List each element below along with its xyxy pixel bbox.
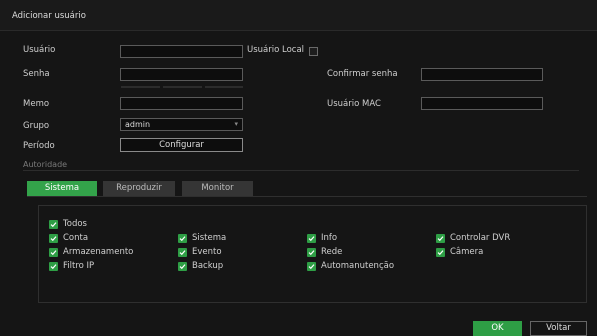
check-icon	[50, 222, 57, 228]
ok-button[interactable]: OK	[473, 321, 522, 336]
camera-checkbox[interactable]	[436, 248, 445, 257]
voltar-button[interactable]: Voltar	[530, 321, 587, 336]
senha-input[interactable]	[120, 68, 243, 81]
perm-filtro-ip-label: Filtro IP	[63, 261, 95, 271]
perm-sistema-label: Sistema	[192, 233, 227, 243]
senha-label: Senha	[23, 69, 50, 79]
tab-reproduzir[interactable]: Reproduzir	[103, 181, 175, 196]
tab-monitor[interactable]: Monitor	[182, 181, 253, 196]
usuario-local-label: Usuário Local	[247, 45, 305, 55]
filtro-ip-checkbox[interactable]	[49, 262, 58, 271]
info-checkbox[interactable]	[307, 234, 316, 243]
usuario-mac-input[interactable]	[421, 97, 543, 110]
check-icon	[50, 250, 57, 256]
perm-automanutencao-label: Automanutenção	[321, 261, 395, 271]
check-icon	[308, 250, 315, 256]
check-icon	[179, 264, 186, 270]
check-icon	[308, 264, 315, 270]
evento-checkbox[interactable]	[178, 248, 187, 257]
automanutencao-checkbox[interactable]	[307, 262, 316, 271]
check-icon	[437, 250, 444, 256]
usuario-local-checkbox[interactable]	[309, 47, 318, 56]
title-bar: Adicionar usuário	[0, 0, 597, 31]
grupo-select[interactable]: admin ▾	[120, 118, 243, 131]
section-divider	[23, 170, 579, 171]
usuario-input[interactable]	[120, 45, 243, 58]
perm-todos-label: Todos	[63, 219, 87, 229]
memo-input[interactable]	[120, 97, 243, 110]
grupo-label: Grupo	[23, 121, 50, 131]
chevron-down-icon: ▾	[234, 120, 238, 128]
check-icon	[179, 250, 186, 256]
usuario-label: Usuário	[23, 45, 56, 55]
periodo-label: Período	[23, 141, 55, 151]
perm-info-label: Info	[321, 233, 338, 243]
confirmar-senha-label: Confirmar senha	[327, 69, 398, 79]
controlar-dvr-checkbox[interactable]	[436, 234, 445, 243]
perm-evento-label: Evento	[192, 247, 222, 257]
password-strength-segment	[121, 86, 160, 88]
password-strength-segment	[205, 86, 243, 88]
confirmar-senha-input[interactable]	[421, 68, 543, 81]
check-icon	[437, 236, 444, 242]
tab-sistema[interactable]: Sistema	[27, 181, 97, 196]
usuario-mac-label: Usuário MAC	[327, 99, 381, 109]
password-strength-segment	[163, 86, 202, 88]
check-icon	[50, 264, 57, 270]
check-icon	[179, 236, 186, 242]
perm-camera-label: Câmera	[450, 247, 484, 257]
memo-label: Memo	[23, 99, 50, 109]
perm-armazenamento-label: Armazenamento	[63, 247, 134, 257]
dialog-title: Adicionar usuário	[12, 11, 86, 21]
tab-underline	[27, 196, 587, 197]
perm-conta-label: Conta	[63, 233, 89, 243]
grupo-selected-value: admin	[125, 120, 151, 129]
autoridade-section-title: Autoridade	[23, 160, 68, 169]
rede-checkbox[interactable]	[307, 248, 316, 257]
perm-rede-label: Rede	[321, 247, 343, 257]
perm-controlar-dvr-label: Controlar DVR	[450, 233, 511, 243]
configurar-button[interactable]: Configurar	[120, 138, 243, 152]
check-icon	[50, 236, 57, 242]
sistema-checkbox[interactable]	[178, 234, 187, 243]
todos-checkbox[interactable]	[49, 220, 58, 229]
armazenamento-checkbox[interactable]	[49, 248, 58, 257]
add-user-dialog: Adicionar usuário Usuário Usuário Local …	[0, 0, 597, 336]
check-icon	[308, 236, 315, 242]
perm-backup-label: Backup	[192, 261, 224, 271]
conta-checkbox[interactable]	[49, 234, 58, 243]
backup-checkbox[interactable]	[178, 262, 187, 271]
